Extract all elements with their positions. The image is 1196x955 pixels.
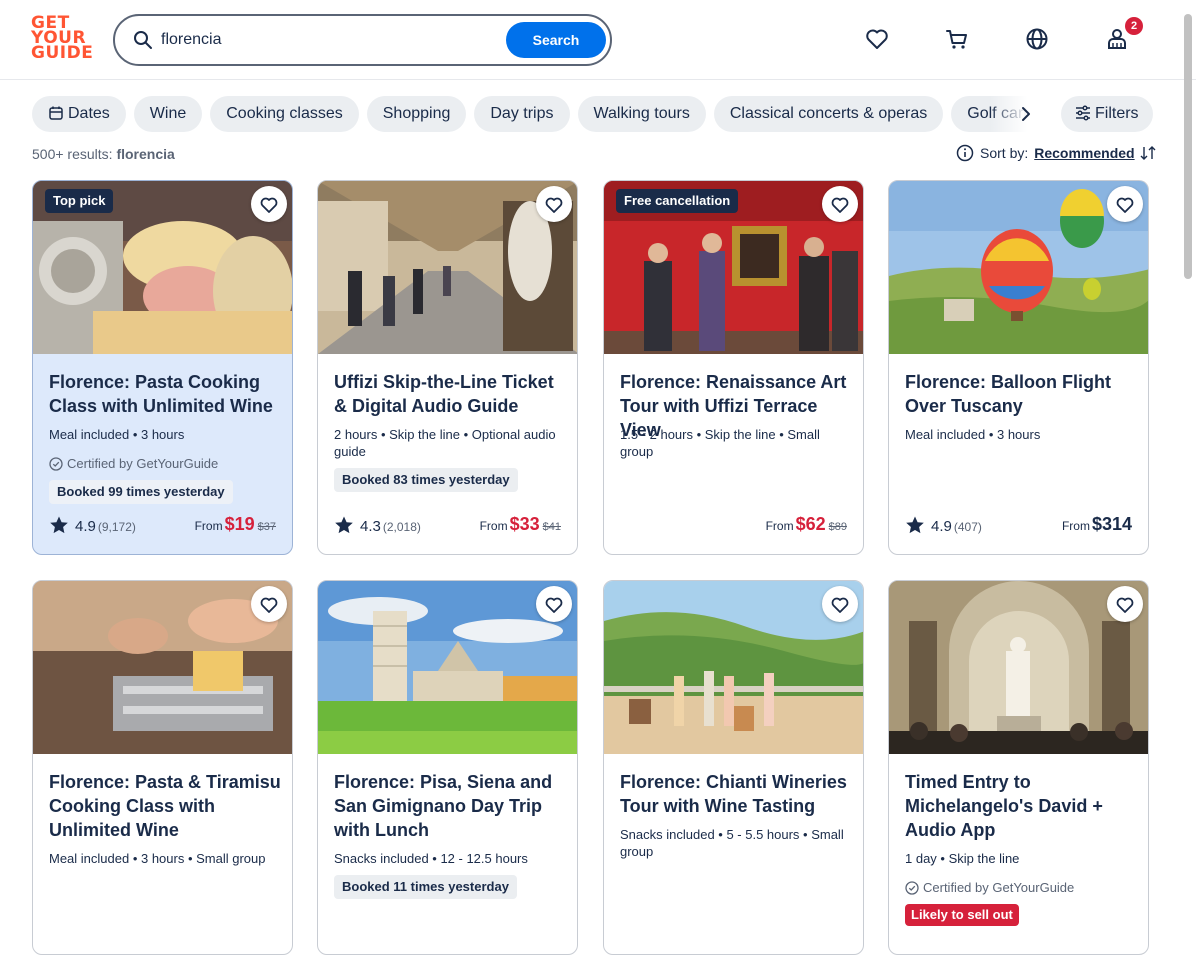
heart-icon: [831, 597, 849, 613]
wishlist-button[interactable]: [536, 186, 572, 222]
tag-badge: Top pick: [45, 189, 114, 213]
heart-icon: [260, 597, 278, 613]
globe-icon[interactable]: [1024, 26, 1050, 52]
calendar-icon: [49, 106, 63, 120]
certified-icon: [49, 457, 63, 471]
activity-card[interactable]: Florence: Chianti Wineries Tour with Win…: [603, 580, 864, 955]
filters-button[interactable]: Filters: [1061, 96, 1153, 132]
activity-card[interactable]: Florence: Pisa, Siena and San Gimignano …: [317, 580, 578, 955]
chip-day-trips[interactable]: Day trips: [474, 96, 570, 132]
price: From $19 $37: [194, 514, 276, 534]
activity-title[interactable]: Florence: Pisa, Siena and San Gimignano …: [334, 770, 566, 842]
wishlist-button[interactable]: [1107, 186, 1143, 222]
cart-icon[interactable]: [944, 26, 970, 52]
heart-icon: [260, 197, 278, 213]
filter-chips: Dates Wine Cooking classes Shopping Day trip…: [32, 96, 1052, 132]
activity-title[interactable]: Uffizi Skip-the-Line Ticket & Digital Au…: [334, 370, 566, 418]
wishlist-button[interactable]: [251, 186, 287, 222]
rating: 4.3 (2,018): [334, 515, 421, 535]
activity-card[interactable]: Free cancellation Florence: Renaissance …: [603, 180, 864, 555]
chip-dates[interactable]: Dates: [32, 96, 126, 132]
wishlist-button[interactable]: [251, 586, 287, 622]
info-icon[interactable]: [956, 144, 974, 162]
activity-meta: 2 hours • Skip the line • Optional audio…: [334, 427, 556, 459]
star-icon: [50, 516, 68, 534]
tag-badge: Free cancellation: [616, 189, 739, 213]
activity-title[interactable]: Florence: Pasta & Tiramisu Cooking Class…: [49, 770, 281, 842]
activity-title[interactable]: Florence: Chianti Wineries Tour with Win…: [620, 770, 852, 818]
chip-cooking-classes[interactable]: Cooking classes: [210, 96, 359, 132]
heart-icon[interactable]: [864, 26, 890, 52]
search-bar: Search: [113, 14, 612, 66]
search-input[interactable]: [161, 28, 501, 52]
booked-badge: Booked 99 times yesterday: [49, 480, 233, 504]
certified-icon: [905, 881, 919, 895]
chip-walking-tours[interactable]: Walking tours: [577, 96, 706, 132]
getyourguide-logo[interactable]: GET YOUR GUIDE: [31, 15, 93, 64]
activity-card[interactable]: Timed Entry to Michelangelo's David + Au…: [888, 580, 1149, 955]
header: GET YOUR GUIDE Search 2: [0, 0, 1196, 80]
price: From $33 $41: [479, 514, 561, 534]
activity-card[interactable]: Florence: Balloon Flight Over Tuscany Me…: [888, 180, 1149, 555]
sort-control[interactable]: Sort by: Recommended: [956, 144, 1157, 162]
booked-badge: Booked 83 times yesterday: [334, 468, 518, 492]
activity-meta: Snacks included • 12 - 12.5 hours: [334, 851, 528, 866]
activity-title[interactable]: Timed Entry to Michelangelo's David + Au…: [905, 770, 1137, 842]
activity-meta: Meal included • 3 hours: [905, 427, 1041, 442]
sort-arrows-icon[interactable]: [1139, 144, 1157, 162]
star-icon: [335, 516, 353, 534]
wishlist-button[interactable]: [822, 186, 858, 222]
chip-classical-concerts[interactable]: Classical concerts & operas: [713, 96, 944, 132]
heart-icon: [1116, 597, 1134, 613]
chevron-right-icon[interactable]: [1016, 104, 1036, 124]
sellout-badge: Likely to sell out: [905, 904, 1019, 926]
activity-meta: Meal included • 3 hours • Small group: [49, 851, 266, 866]
price: From $314: [1061, 514, 1132, 534]
star-icon: [906, 516, 924, 534]
certified-label: Certified by GetYourGuide: [905, 880, 1074, 895]
wishlist-button[interactable]: [1107, 586, 1143, 622]
chip-shopping[interactable]: Shopping: [366, 96, 467, 132]
activity-card[interactable]: Top pick Florence: Pasta Cooking Class w…: [32, 180, 293, 555]
activity-meta: Meal included • 3 hours: [49, 427, 185, 442]
results-count: 500+ results: florencia: [32, 146, 175, 162]
chip-wine[interactable]: Wine: [133, 96, 203, 132]
heart-icon: [545, 197, 563, 213]
activity-card[interactable]: Florence: Pasta & Tiramisu Cooking Class…: [32, 580, 293, 955]
heart-icon: [545, 597, 563, 613]
heart-icon: [1116, 197, 1134, 213]
activity-meta: Snacks included • 5 - 5.5 hours • Small …: [620, 827, 844, 859]
rating: 4.9 (407): [905, 515, 982, 535]
activity-title[interactable]: Florence: Balloon Flight Over Tuscany: [905, 370, 1137, 418]
activity-meta: 1 day • Skip the line: [905, 851, 1020, 866]
search-button[interactable]: Search: [506, 22, 606, 58]
booked-badge: Booked 11 times yesterday: [334, 875, 517, 899]
price: From $62 $89: [765, 514, 847, 534]
sort-value[interactable]: Recommended: [1034, 145, 1134, 161]
search-icon: [134, 31, 152, 49]
activity-title[interactable]: Florence: Pasta Cooking Class with Unlim…: [49, 370, 281, 418]
certified-label: Certified by GetYourGuide: [49, 456, 218, 471]
rating: 4.9 (9,172): [49, 515, 136, 535]
wishlist-button[interactable]: [536, 586, 572, 622]
heart-icon: [831, 197, 849, 213]
activity-meta: 1.5 - 2 hours • Skip the line • Small gr…: [620, 427, 820, 459]
wishlist-button[interactable]: [822, 586, 858, 622]
scrollbar[interactable]: [1184, 14, 1192, 279]
sliders-icon: [1076, 105, 1090, 121]
notification-badge: 2: [1125, 17, 1143, 35]
activity-card[interactable]: Uffizi Skip-the-Line Ticket & Digital Au…: [317, 180, 578, 555]
